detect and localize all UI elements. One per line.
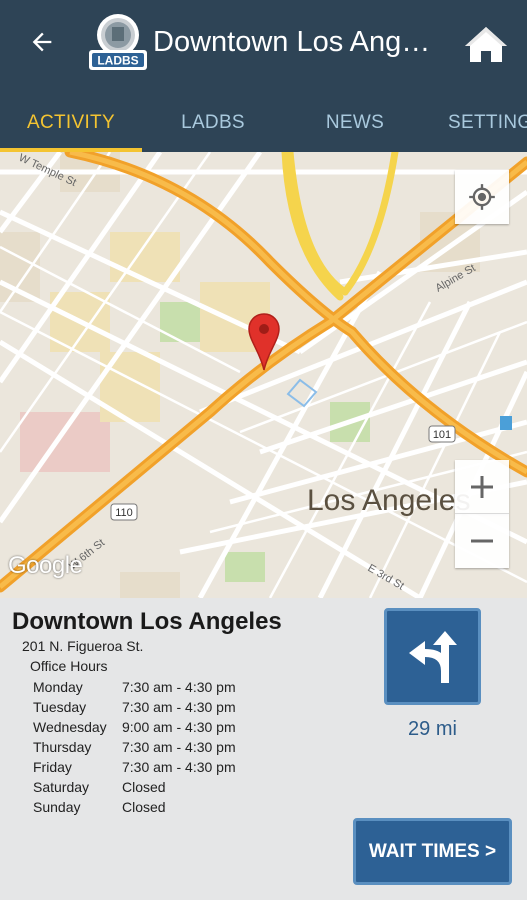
ladbs-logo: LADBS: [87, 12, 149, 72]
back-button[interactable]: [22, 22, 62, 62]
my-location-icon: [469, 184, 495, 210]
my-location-button[interactable]: [455, 170, 509, 224]
tab-activity[interactable]: ACTIVITY: [0, 93, 142, 152]
google-logo: Google: [8, 552, 83, 579]
map-city-label: Los Angeles: [307, 484, 471, 517]
arrow-left-icon: [32, 32, 52, 52]
hours-time: Closed: [122, 779, 166, 795]
tab-ladbs[interactable]: LADBS: [142, 93, 284, 152]
hours-day: Sunday: [33, 799, 81, 815]
tab-settings[interactable]: SETTINGS: [426, 93, 527, 152]
hours-day: Thursday: [33, 739, 92, 755]
office-name: Downtown Los Angeles: [12, 608, 282, 635]
zoom-in-button[interactable]: [455, 460, 509, 514]
map-pin-icon[interactable]: [247, 312, 281, 374]
plus-icon: [471, 475, 493, 498]
app-bar: LADBS Downtown Los Angeles ACTIVITY LADB…: [0, 0, 527, 152]
hours-time: 7:30 am - 4:30 pm: [122, 699, 236, 715]
office-hours-label: Office Hours: [30, 658, 108, 674]
hours-day: Monday: [33, 679, 83, 695]
directions-button[interactable]: [384, 608, 481, 705]
distance-label: 29 mi: [408, 718, 457, 740]
wait-times-button[interactable]: WAIT TIMES >: [353, 818, 512, 885]
hours-day: Wednesday: [33, 719, 107, 735]
hours-time: 7:30 am - 4:30 pm: [122, 739, 236, 755]
hours-time: 7:30 am - 4:30 pm: [122, 759, 236, 775]
hours-time: 9:00 am - 4:30 pm: [122, 719, 236, 735]
logo-text: LADBS: [97, 54, 138, 68]
hours-time: Closed: [122, 799, 166, 815]
map-view[interactable]: 110 101 W Temple St Alpine St W 6th St E…: [0, 152, 527, 598]
home-button[interactable]: [462, 22, 510, 66]
home-icon: [465, 27, 507, 62]
zoom-out-button[interactable]: [455, 514, 509, 568]
directions-fork-icon: [408, 630, 457, 683]
office-address: 201 N. Figueroa St.: [22, 638, 144, 654]
tab-bar: ACTIVITY LADBS NEWS SETTINGS: [0, 93, 527, 152]
highway-shield-110: 110: [115, 507, 133, 519]
office-info-panel: Downtown Los Angeles 201 N. Figueroa St.…: [0, 598, 527, 900]
minus-icon: [471, 539, 493, 543]
tab-news[interactable]: NEWS: [284, 93, 426, 152]
hours-day: Saturday: [33, 779, 90, 795]
page-title: Downtown Los Angeles: [153, 26, 443, 58]
hours-day: Tuesday: [33, 699, 87, 715]
hours-day: Friday: [33, 759, 72, 775]
hours-time: 7:30 am - 4:30 pm: [122, 679, 236, 695]
highway-shield-101: 101: [433, 429, 451, 441]
